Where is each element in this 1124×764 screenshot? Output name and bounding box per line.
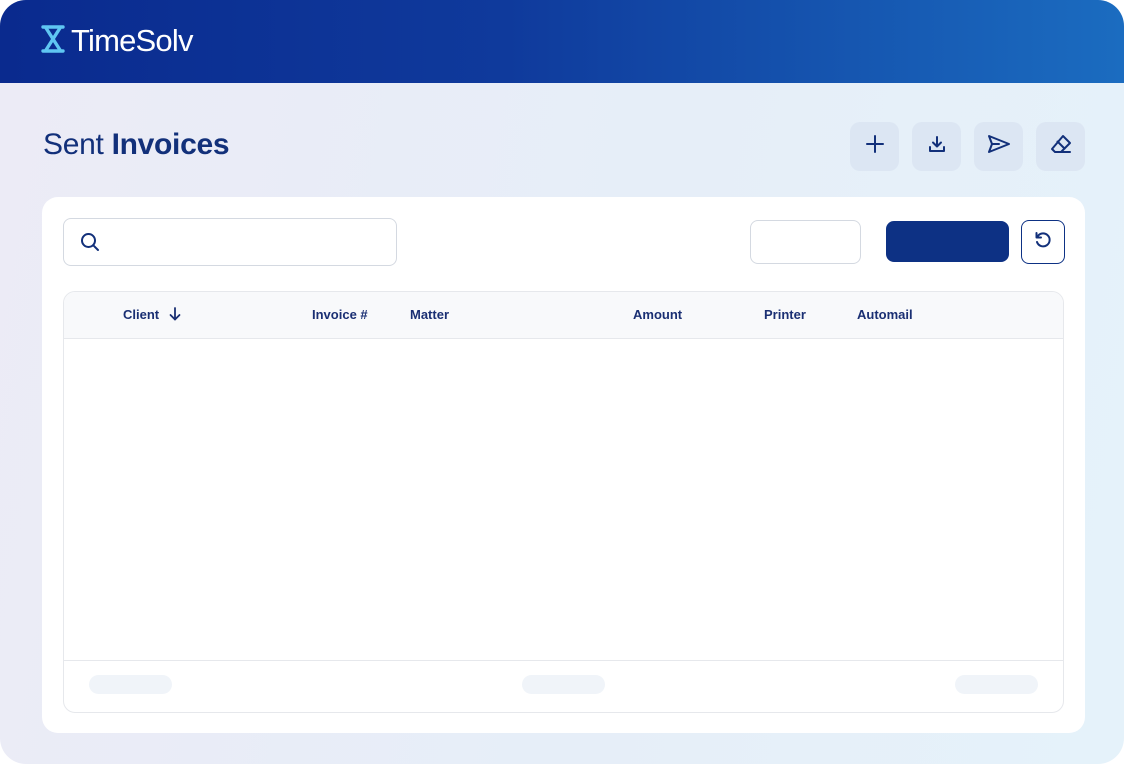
page-title-bold: Invoices bbox=[111, 128, 230, 161]
download-icon bbox=[927, 134, 947, 159]
footer-placeholder-left bbox=[89, 675, 172, 694]
page-title: Sent Invoices bbox=[43, 128, 230, 162]
page-title-light: Sent bbox=[43, 128, 104, 161]
download-button[interactable] bbox=[912, 122, 961, 171]
column-header-amount[interactable]: Amount bbox=[633, 307, 682, 322]
refresh-icon bbox=[1033, 230, 1053, 255]
send-button[interactable] bbox=[974, 122, 1023, 171]
table-footer bbox=[64, 660, 1063, 712]
filter-select[interactable] bbox=[750, 220, 861, 264]
top-bar: TimeSolv bbox=[0, 0, 1124, 83]
eraser-icon bbox=[1049, 133, 1073, 160]
hourglass-logo-icon bbox=[41, 24, 65, 58]
search-input[interactable] bbox=[63, 218, 397, 266]
invoices-card: Client Invoice # Matter Amount Printer A… bbox=[42, 197, 1085, 733]
send-icon bbox=[987, 134, 1011, 159]
footer-placeholder-right bbox=[955, 675, 1038, 694]
refresh-button[interactable] bbox=[1021, 220, 1065, 264]
arrow-down-icon bbox=[169, 307, 181, 324]
column-header-automail[interactable]: Automail bbox=[857, 307, 913, 322]
search-icon bbox=[80, 232, 100, 257]
table-header: Client Invoice # Matter Amount Printer A… bbox=[64, 292, 1063, 339]
footer-placeholder-center bbox=[522, 675, 605, 694]
add-invoice-button[interactable] bbox=[850, 122, 899, 171]
invoices-table: Client Invoice # Matter Amount Printer A… bbox=[63, 291, 1064, 713]
primary-action-button[interactable] bbox=[886, 221, 1009, 262]
column-header-matter[interactable]: Matter bbox=[410, 307, 449, 322]
column-header-printer[interactable]: Printer bbox=[764, 307, 806, 322]
plus-icon bbox=[865, 134, 885, 159]
app-window: TimeSolv Sent Invoices Client Invoice # … bbox=[0, 0, 1124, 764]
clear-button[interactable] bbox=[1036, 122, 1085, 171]
logo[interactable]: TimeSolv bbox=[41, 23, 193, 59]
column-header-invoice[interactable]: Invoice # bbox=[312, 307, 368, 322]
logo-text: TimeSolv bbox=[71, 23, 193, 58]
column-header-client[interactable]: Client bbox=[123, 307, 181, 324]
